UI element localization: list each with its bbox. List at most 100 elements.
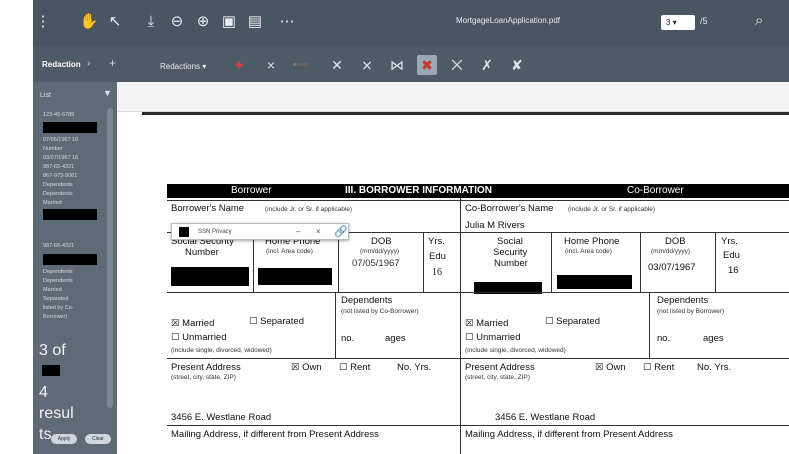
x-active-icon[interactable]: ✖ — [417, 55, 437, 75]
x-box-icon[interactable]: ✕ — [327, 55, 347, 75]
page-current: 3 — [666, 18, 671, 27]
borrower-edu-value[interactable]: 16 — [432, 267, 442, 278]
x-flag-icon[interactable]: ⨉ — [447, 55, 467, 75]
hand-icon[interactable]: ✋ — [79, 12, 99, 32]
co-borrower-name-value[interactable]: Julia M Rivers — [465, 220, 525, 231]
co-borrower-mailing-label: Mailing Address, if different from Prese… — [465, 429, 673, 440]
list-item[interactable]: 987-65-4321 — [43, 164, 74, 171]
divider — [253, 232, 254, 292]
borrower-phone-redaction[interactable] — [258, 268, 332, 285]
column-divider — [460, 198, 461, 454]
co-borrower-edu-value[interactable]: 16 — [728, 265, 739, 276]
select-icon[interactable]: ↖ — [105, 12, 125, 32]
co-borrower-rent-checkbox[interactable]: ☐ Rent — [643, 362, 674, 373]
panel-scrollbar[interactable] — [107, 108, 113, 408]
divider — [335, 292, 336, 358]
divider — [640, 232, 641, 292]
list-item[interactable]: Married — [43, 287, 62, 294]
list-item[interactable]: Dependents — [43, 191, 73, 198]
co-borrower-unmarried-checkbox[interactable]: ☐ Unmarried — [465, 332, 521, 343]
list-item[interactable]: Dependents — [43, 269, 73, 276]
co-borrower-dependents-ages: ages — [703, 333, 724, 344]
print-icon[interactable]: ▤ — [245, 12, 265, 32]
list-item[interactable]: Married — [43, 200, 62, 207]
save-icon[interactable]: ▣ — [219, 12, 239, 32]
borrower-mailing-label: Mailing Address, if different from Prese… — [171, 429, 379, 440]
zoom-out-icon[interactable]: ⊖ — [167, 12, 187, 32]
list-item[interactable]: 987-65-4321 — [43, 243, 74, 250]
list-item[interactable]: Dependents — [43, 182, 73, 189]
co-borrower-married-checkbox[interactable]: ☒ Married — [465, 318, 508, 329]
redaction-color-swatch[interactable] — [179, 227, 189, 237]
link-icon[interactable]: 🔗 — [334, 225, 348, 238]
borrower-own-checkbox[interactable]: ☒ Own — [291, 362, 322, 373]
section-header: Borrower III. BORROWER INFORMATION Co-Bo… — [167, 184, 789, 198]
menu-icon[interactable]: ⋮ — [33, 12, 53, 32]
co-borrower-dob-hint: (mm/dd/yyyy) — [651, 248, 690, 255]
x-check-icon[interactable]: ✘ — [507, 55, 527, 75]
borrower-dob-value[interactable]: 07/05/1967 — [352, 258, 400, 269]
co-borrower-phone-redaction[interactable] — [557, 275, 632, 289]
list-item[interactable]: listed by Co- — [43, 305, 74, 312]
redactions-dropdown-label: Redactions — [160, 62, 201, 71]
document-title: MortgageLoanApplication.pdf — [455, 16, 561, 25]
panel-title: Redaction — [42, 60, 81, 69]
co-borrower-name-label: Co-Borrower's Name — [465, 203, 554, 214]
co-borrower-marital-hint: (include single, divorced, widowed) — [465, 347, 566, 354]
header-co-borrower: Co-Borrower — [627, 185, 684, 196]
borrower-rent-checkbox[interactable]: ☐ Rent — [339, 362, 370, 373]
divider — [715, 232, 716, 292]
co-borrower-own-checkbox[interactable]: ☒ Own — [595, 362, 626, 373]
page-number-input[interactable]: 3 ▾ — [661, 15, 695, 30]
filter-icon[interactable]: ▼ — [103, 88, 112, 98]
redactions-dropdown[interactable]: Redactions ▾ — [160, 62, 206, 71]
borrower-separated-checkbox[interactable]: ☐ Separated — [249, 316, 304, 327]
co-borrower-dob-value[interactable]: 03/07/1967 — [648, 262, 696, 273]
co-borrower-separated-checkbox[interactable]: ☐ Separated — [545, 316, 600, 327]
line-icon[interactable]: ➖ — [291, 55, 311, 75]
list-item[interactable]: Number — [43, 146, 63, 153]
borrower-ssn-redaction[interactable] — [171, 267, 249, 286]
redaction-popup[interactable]: SSN Privacy – × 🔗 — [171, 223, 349, 240]
list-item[interactable]: 123-45-6789 — [43, 112, 74, 119]
list-item[interactable]: 07/05/1967 16 — [43, 137, 78, 144]
cursor-icon[interactable]: ✦ — [229, 55, 249, 75]
redacted-block — [43, 254, 97, 265]
list-item[interactable]: 867-973-9061 — [43, 173, 77, 180]
minus-icon[interactable]: – — [296, 227, 300, 236]
borrower-phone-hint: (incl. Area code) — [266, 248, 313, 255]
list-item[interactable]: Separated — [43, 296, 68, 303]
list-item[interactable]: Borrower) — [43, 314, 67, 321]
page-edge — [142, 112, 789, 115]
co-borrower-phone-hint: (incl. Area code) — [565, 248, 612, 255]
borrower-married-checkbox[interactable]: ☒ Married — [171, 318, 214, 329]
x-split-icon[interactable]: ⋈ — [387, 55, 407, 75]
list-label: List — [40, 92, 51, 99]
chevron-right-icon[interactable]: › — [87, 58, 90, 69]
page-top-margin — [117, 82, 789, 115]
results-line-3: resul — [39, 405, 74, 422]
zoom-in-icon[interactable]: ⊕ — [193, 12, 213, 32]
list-item[interactable]: Dependents — [43, 278, 73, 285]
borrower-unmarried-checkbox[interactable]: ☐ Unmarried — [171, 332, 227, 343]
close-icon[interactable]: × — [316, 227, 321, 236]
redaction-list-panel: List ▼ 123-45-6789 07/05/1967 16 Number … — [33, 82, 117, 454]
x-icon[interactable]: × — [261, 55, 281, 75]
co-borrower-address-hint: (street, city, state, ZIP) — [465, 374, 530, 381]
x-arrow-icon[interactable]: ✗ — [477, 55, 497, 75]
co-borrower-ssn-label-3: Number — [494, 258, 528, 269]
header-title: III. BORROWER INFORMATION — [345, 185, 493, 196]
search-icon[interactable]: ⌕ — [755, 12, 763, 29]
more-icon[interactable]: ⋯ — [277, 12, 297, 32]
apply-button[interactable]: Apply — [51, 434, 77, 444]
clear-button[interactable]: Clear — [85, 434, 111, 444]
x-strike-icon[interactable]: ⨯ — [357, 55, 377, 75]
results-line-1: 3 of — [39, 342, 66, 359]
list-item[interactable]: 03/07/1967 16 — [43, 155, 78, 162]
borrower-marital-hint: (include single, divorced, widowed) — [171, 347, 272, 354]
download-icon[interactable]: ⤓ — [141, 12, 161, 32]
add-icon[interactable]: + — [109, 56, 116, 70]
co-borrower-address-value[interactable]: 3456 E. Westlane Road — [495, 412, 595, 423]
divider — [167, 358, 789, 359]
borrower-address-value[interactable]: 3456 E. Westlane Road — [171, 412, 271, 423]
